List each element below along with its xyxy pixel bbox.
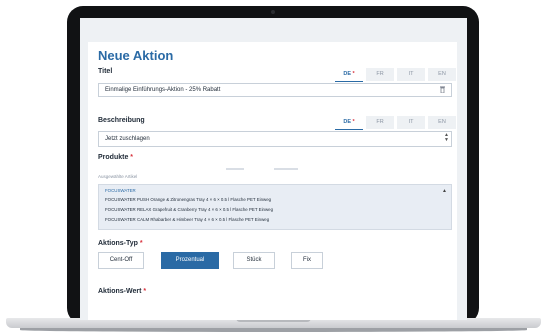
scroll-arrows-icon[interactable]: ▲ ▼ xyxy=(444,133,449,143)
camera-icon xyxy=(271,10,275,14)
beschreibung-label: Beschreibung xyxy=(98,117,145,124)
selected-products-list[interactable]: FOCUSWATER FOCUSWATER PUSH Orange & Zitr… xyxy=(98,184,452,230)
action-type-cent-off[interactable]: Cent-Off xyxy=(98,252,144,269)
title-input[interactable]: Einmalige Einführungs-Aktion - 25% Rabat… xyxy=(98,83,452,97)
title-tab-de[interactable]: DE * xyxy=(335,68,363,82)
description-value: Jetzt zuschlagen xyxy=(105,136,150,142)
title-input-value: Einmalige Einführungs-Aktion - 25% Rabat… xyxy=(105,87,221,93)
drag-placeholder xyxy=(274,168,298,170)
drag-placeholder xyxy=(226,168,244,170)
list-group-heading: FOCUSWATER xyxy=(105,188,136,193)
description-tab-it[interactable]: IT xyxy=(397,116,425,129)
aktionstyp-label: Aktions-Typ * xyxy=(98,240,143,247)
title-tab-fr[interactable]: FR xyxy=(366,68,394,81)
page-title: Neue Aktion xyxy=(98,48,174,63)
description-textarea[interactable]: Jetzt zuschlagen ▲ ▼ xyxy=(98,131,452,147)
description-tab-en[interactable]: EN xyxy=(428,116,456,129)
action-type-fix[interactable]: Fix xyxy=(291,252,323,269)
action-type-prozentual[interactable]: Prozentual xyxy=(161,252,219,269)
titel-label: Titel xyxy=(98,68,113,75)
description-tab-fr[interactable]: FR xyxy=(366,116,394,129)
laptop-shadow xyxy=(20,328,527,332)
title-language-tabs: DE * FR IT EN xyxy=(332,68,456,82)
list-item[interactable]: FOCUSWATER CALM Rhabarber & Himbeer Tray… xyxy=(105,217,269,222)
description-tab-de[interactable]: DE * xyxy=(335,116,363,130)
screen: Neue Aktion Titel DE * FR IT EN Einmalig… xyxy=(80,18,467,320)
form-card: Neue Aktion Titel DE * FR IT EN Einmalig… xyxy=(88,42,457,320)
list-item[interactable]: FOCUSWATER PUSH Orange & Zitronengras Tr… xyxy=(105,197,271,202)
description-language-tabs: DE * FR IT EN xyxy=(332,116,456,130)
trash-icon[interactable] xyxy=(440,86,445,93)
action-type-stueck[interactable]: Stück xyxy=(233,252,275,269)
list-item[interactable]: FOCUSWATER RELAX Grapefruit & Cranberry … xyxy=(105,207,273,212)
title-tab-it[interactable]: IT xyxy=(397,68,425,81)
title-tab-en[interactable]: EN xyxy=(428,68,456,81)
aktionswert-label: Aktions-Wert * xyxy=(98,288,147,295)
caret-up-icon[interactable]: ▲ xyxy=(442,188,447,194)
produkte-label: Produkte * xyxy=(98,154,134,161)
selected-items-hint: Ausgewählte Artikel xyxy=(98,174,138,179)
